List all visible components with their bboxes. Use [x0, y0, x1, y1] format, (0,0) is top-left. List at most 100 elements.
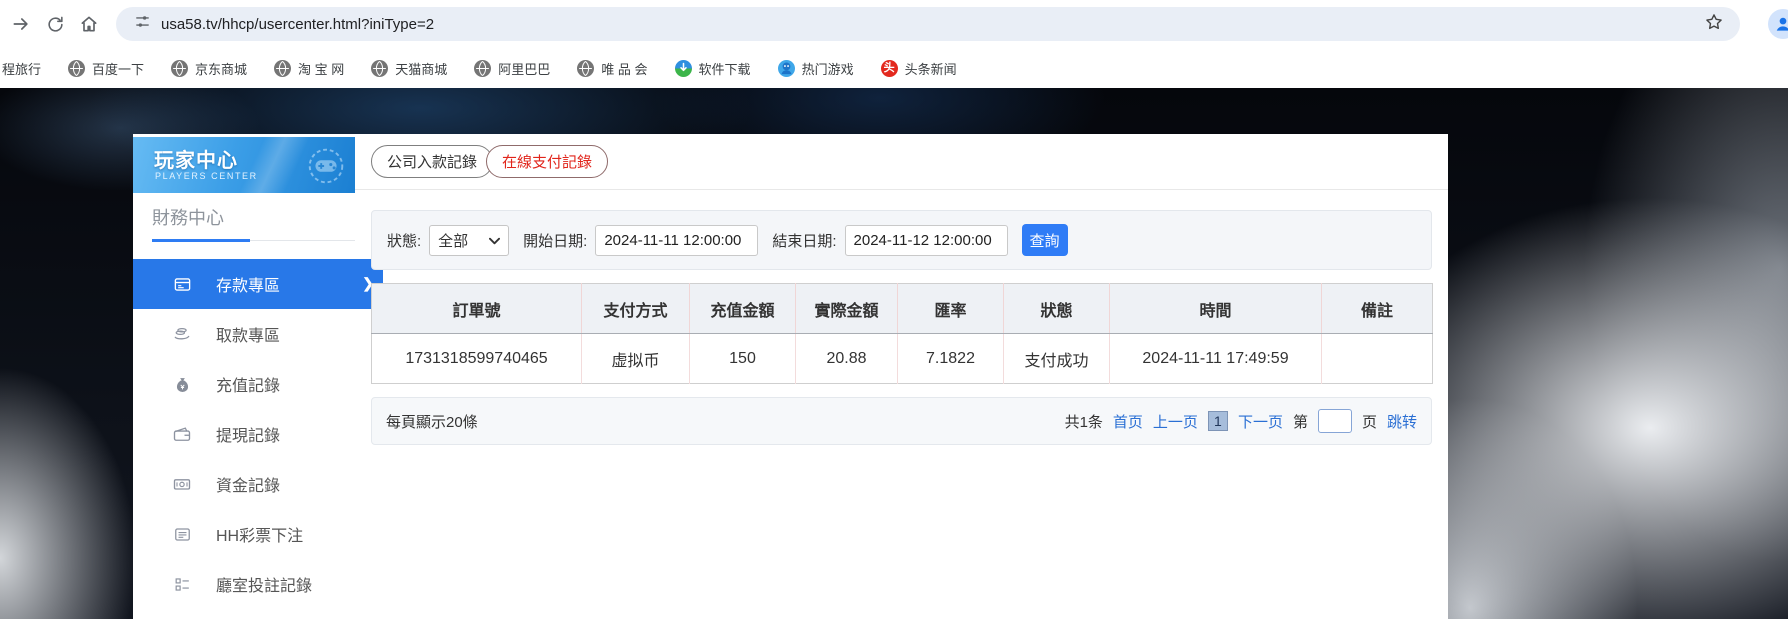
bookmark-item[interactable]: 淘 宝 网 — [274, 59, 344, 78]
globe-icon — [274, 59, 292, 77]
status-select-value: 全部 — [438, 232, 469, 250]
next-page-link[interactable]: 下一页 — [1238, 411, 1283, 432]
bookmark-item[interactable]: 头头条新闻 — [880, 59, 957, 78]
col-remark: 備註 — [1321, 283, 1433, 334]
jump-prefix-label: 第 — [1292, 413, 1308, 431]
pagination-bar: 每頁顯示20條 共1条 首页 上一页 1 下一页 第 页 跳转 — [371, 397, 1432, 445]
payment-records-table: 訂單號 支付方式 充值金額 實際金額 匯率 狀態 時間 備註 173131859… — [371, 283, 1433, 384]
gamepad-icon — [303, 143, 349, 193]
profile-avatar[interactable] — [1768, 9, 1788, 39]
content-area: 公司入款記錄 在線支付記錄 狀態: 全部 開始日期: 結束日期: 查詢 — [355, 134, 1448, 619]
finance-center-title: 財務中心 — [152, 208, 224, 228]
banner-subtitle: PLAYERS CENTER — [155, 171, 258, 181]
cell-payment-method: 虚拟币 — [581, 333, 690, 384]
news-icon: 头 — [880, 59, 898, 77]
forward-icon[interactable] — [4, 7, 38, 41]
sidebar-item-recharge-record[interactable]: 充值記錄 — [133, 359, 355, 409]
table-row: 1731318599740465 虚拟币 150 20.88 7.1822 支付… — [371, 333, 1433, 384]
sidebar-item-label: HH彩票下注 — [216, 528, 304, 545]
bookmark-star-icon[interactable] — [1704, 12, 1724, 37]
col-time: 時間 — [1109, 283, 1322, 334]
sidebar-item-withdraw[interactable]: 取款專區 — [133, 309, 355, 359]
bookmark-item[interactable]: 唯 品 会 — [577, 59, 648, 78]
bookmark-item[interactable]: 阿里巴巴 — [474, 59, 550, 78]
game-icon — [777, 59, 795, 77]
withdrawal-record-icon — [172, 424, 192, 444]
sidebar-item-hh-lottery-bet[interactable]: HH彩票下注 — [133, 509, 355, 559]
query-button[interactable]: 查詢 — [1021, 224, 1068, 256]
globe-icon — [577, 59, 595, 77]
deposit-icon — [172, 274, 192, 294]
sidebar-item-hall-bet-record[interactable]: 廳室投註記錄 — [133, 559, 355, 609]
sidebar-item-label: 存款專區 — [216, 278, 281, 295]
sidebar: 玩家中心 PLAYERS CENTER 財務中心 存款專區 ❯ 取款專區 充值記… — [133, 134, 383, 619]
page-size-text: 每頁顯示20條 — [386, 413, 478, 431]
bookmark-label: 淘 宝 网 — [298, 61, 345, 77]
bookmark-item[interactable]: 京东商城 — [171, 59, 247, 78]
bookmark-label: 唯 品 会 — [601, 61, 648, 77]
end-date-input[interactable] — [844, 224, 1008, 256]
sidebar-item-label: 廳室投註記錄 — [216, 578, 313, 595]
chevron-down-icon — [489, 232, 501, 249]
bookmark-item[interactable]: 程旅行 — [2, 59, 41, 78]
col-status: 狀態 — [1003, 283, 1110, 334]
table-header-row: 訂單號 支付方式 充值金額 實際金額 匯率 狀態 時間 備註 — [371, 283, 1433, 334]
col-order-number: 訂單號 — [371, 283, 582, 334]
sidebar-item-label: 取款專區 — [216, 328, 281, 345]
bookmark-item[interactable]: 百度一下 — [68, 59, 144, 78]
players-center-banner: 玩家中心 PLAYERS CENTER — [133, 137, 355, 193]
site-info-icon[interactable] — [134, 13, 151, 35]
sidebar-item-withdrawal-record[interactable]: 提現記錄 — [133, 409, 355, 459]
bookmark-label: 程旅行 — [2, 61, 42, 77]
status-select[interactable]: 全部 — [429, 224, 510, 256]
page-number-current[interactable]: 1 — [1207, 411, 1228, 431]
user-center-panel: 玩家中心 PLAYERS CENTER 財務中心 存款專區 ❯ 取款專區 充值記… — [133, 134, 1448, 619]
jump-action-link[interactable]: 跳转 — [1387, 411, 1417, 432]
filter-bar: 狀態: 全部 開始日期: 結束日期: 查詢 — [371, 210, 1432, 270]
download-icon — [674, 59, 692, 77]
bookmark-label: 天猫商城 — [395, 61, 448, 77]
withdraw-icon — [172, 324, 192, 344]
reload-icon[interactable] — [38, 7, 72, 41]
sidebar-item-funds-record[interactable]: 資金記錄 — [133, 459, 355, 509]
col-payment-method: 支付方式 — [581, 283, 690, 334]
sidebar-item-deposit[interactable]: 存款專區 ❯ — [133, 259, 383, 309]
start-date-input[interactable] — [595, 224, 759, 256]
globe-icon — [474, 59, 492, 77]
sidebar-menu: 存款專區 ❯ 取款專區 充值記錄 提現記錄 資金記錄 HH彩票下注 廳室投註記錄 — [133, 259, 383, 609]
bookmark-label: 京东商城 — [195, 61, 248, 77]
first-page-link[interactable]: 首页 — [1113, 411, 1143, 432]
pagination-controls: 共1条 首页 上一页 1 下一页 第 页 跳转 — [1065, 409, 1417, 433]
globe-icon — [371, 59, 389, 77]
start-date-label: 開始日期: — [523, 232, 588, 250]
prev-page-link[interactable]: 上一页 — [1153, 411, 1198, 432]
bookmark-item[interactable]: 天猫商城 — [371, 59, 447, 78]
sidebar-item-label: 充值記錄 — [216, 378, 281, 395]
tab-strip: 公司入款記錄 在線支付記錄 — [355, 134, 1448, 190]
tab-online-payment-record[interactable]: 在線支付記錄 — [486, 145, 609, 178]
cell-actual-amount: 20.88 — [795, 333, 898, 384]
home-icon[interactable] — [72, 7, 106, 41]
sidebar-item-label: 資金記錄 — [216, 478, 281, 495]
browser-toolbar: usa58.tv/hhcp/usercenter.html?iniType=2 — [0, 0, 1788, 48]
bookmark-item[interactable]: 热门游戏 — [777, 59, 854, 78]
hall-bet-record-icon — [172, 574, 192, 594]
tab-company-deposit-record[interactable]: 公司入款記錄 — [371, 145, 494, 178]
bookmark-label: 热门游戏 — [801, 61, 854, 77]
lottery-bet-icon — [172, 524, 192, 544]
cell-status: 支付成功 — [1003, 333, 1110, 384]
bookmarks-bar: 程旅行 百度一下 京东商城 淘 宝 网 天猫商城 阿里巴巴 唯 品 会 软件下载… — [0, 48, 1788, 88]
jump-page-input[interactable] — [1317, 409, 1352, 433]
jump-suffix-label: 页 — [1361, 413, 1377, 431]
bookmark-item[interactable]: 软件下载 — [674, 59, 751, 78]
globe-icon — [68, 59, 86, 77]
cell-remark — [1322, 334, 1433, 384]
address-bar[interactable]: usa58.tv/hhcp/usercenter.html?iniType=2 — [116, 7, 1740, 41]
bookmark-label: 阿里巴巴 — [498, 61, 551, 77]
col-actual-amount: 實際金額 — [795, 283, 898, 334]
url-text[interactable]: usa58.tv/hhcp/usercenter.html?iniType=2 — [161, 16, 1704, 33]
end-date-label: 結束日期: — [772, 232, 837, 250]
bookmark-label: 百度一下 — [92, 61, 145, 77]
page-background: 玩家中心 PLAYERS CENTER 財務中心 存款專區 ❯ 取款專區 充值記… — [0, 88, 1788, 619]
bookmark-label: 头条新闻 — [904, 61, 957, 77]
